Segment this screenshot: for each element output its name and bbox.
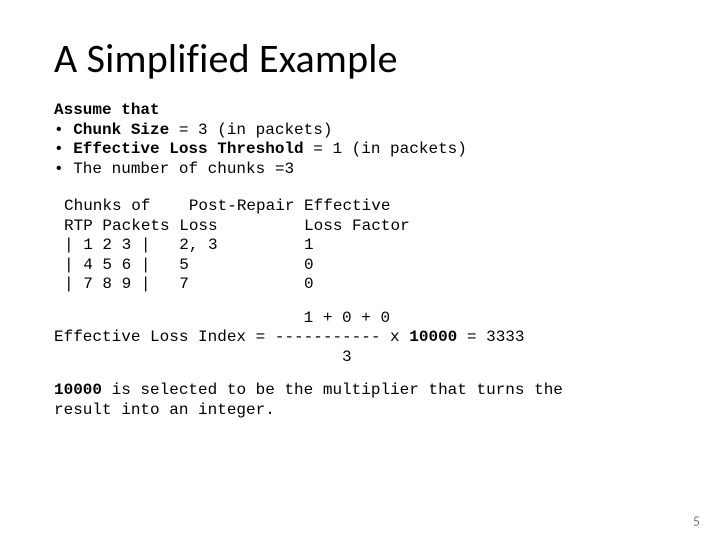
col1-header-2: RTP Packets — [64, 217, 179, 235]
row3-chunks: | 7 8 9 | — [64, 275, 179, 293]
elt-label: Effective Loss Threshold — [73, 140, 303, 158]
elt-value: = 1 (in packets) — [304, 140, 467, 158]
col1-header-1: Chunks of — [64, 197, 179, 215]
bullet-3: • — [54, 160, 73, 178]
note-bold: 10000 — [54, 381, 102, 399]
row3-loss: 7 — [179, 275, 304, 293]
num-chunks: The number of chunks =3 — [73, 160, 294, 178]
page-number: 5 — [693, 513, 700, 530]
row3-factor: 0 — [304, 275, 314, 293]
chunk-size-value: = 3 (in packets) — [169, 121, 332, 139]
slide-title: A Simplified Example — [54, 34, 666, 83]
col2-header-1: Post-Repair — [179, 197, 304, 215]
row2-loss: 5 — [179, 256, 304, 274]
note-text: is selected to be the multiplier that tu… — [54, 381, 563, 419]
eq-denominator: 3 — [54, 348, 352, 366]
row2-factor: 0 — [304, 256, 314, 274]
assumptions-block: Assume that • Chunk Size = 3 (in packets… — [54, 101, 666, 179]
row1-loss: 2, 3 — [179, 236, 304, 254]
row1-chunks: | 1 2 3 | — [64, 236, 179, 254]
row2-chunks: | 4 5 6 | — [64, 256, 179, 274]
bullet-2: • — [54, 140, 73, 158]
chunk-size-label: Chunk Size — [73, 121, 169, 139]
equation-block: 1 + 0 + 0 Effective Loss Index = -------… — [54, 309, 666, 368]
col3-header-1: Effective — [304, 197, 390, 215]
eq-multiplier: 10000 — [409, 328, 457, 346]
bullet-1: • — [54, 121, 73, 139]
example-table: Chunks of Post-Repair Effective RTP Pack… — [64, 197, 666, 295]
eq-left: Effective Loss Index = ----------- x — [54, 328, 409, 346]
eq-numerator: 1 + 0 + 0 — [54, 309, 390, 327]
footnote: 10000 is selected to be the multiplier t… — [54, 381, 666, 420]
row1-factor: 1 — [304, 236, 314, 254]
assume-heading: Assume that — [54, 101, 160, 119]
col2-header-2: Loss — [179, 217, 304, 235]
col3-header-2: Loss Factor — [304, 217, 410, 235]
eq-result: = 3333 — [457, 328, 524, 346]
